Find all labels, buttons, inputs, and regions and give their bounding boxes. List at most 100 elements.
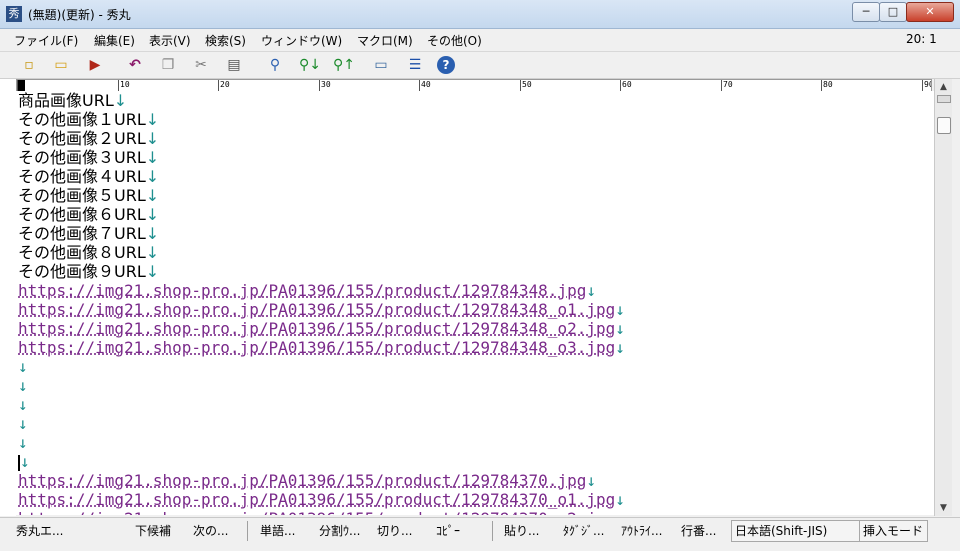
editor-line[interactable]: 商品画像URL↓	[18, 91, 127, 110]
editor-line[interactable]: ↓	[18, 414, 28, 433]
find-prev-icon[interactable]: ⚲↑	[330, 55, 358, 75]
line-text: その他画像１URL	[18, 110, 146, 129]
line-text: その他画像７URL	[18, 224, 146, 243]
newline-mark-icon: ↓	[18, 414, 28, 433]
status-line-number[interactable]: 行番...	[681, 522, 716, 539]
ruler-mark: 40	[419, 80, 431, 91]
editor-line[interactable]: その他画像６URL↓	[18, 205, 159, 224]
ruler-mark: 10	[118, 80, 130, 91]
url-text[interactable]: https://img21.shop-pro.jp/PA01396/155/pr…	[18, 319, 615, 338]
editor-line[interactable]: https://img21.shop-pro.jp/PA01396/155/pr…	[18, 281, 596, 300]
paste-icon[interactable]: ▤	[223, 55, 245, 75]
line-text: その他画像９URL	[18, 262, 146, 281]
editor-line[interactable]: https://img21.shop-pro.jp/PA01396/155/pr…	[18, 338, 625, 357]
newline-mark-icon: ↓	[586, 281, 596, 300]
split-handle[interactable]	[937, 95, 951, 103]
status-next-candidate[interactable]: 下候補	[135, 522, 171, 539]
status-hidemaru-editor[interactable]: 秀丸エ...	[16, 522, 63, 539]
status-next[interactable]: 次の...	[193, 522, 228, 539]
minimize-button[interactable]: ─	[852, 2, 880, 22]
scroll-thumb[interactable]	[937, 117, 951, 134]
status-cut[interactable]: 切り...	[377, 522, 412, 539]
menu-window[interactable]: ウィンドウ(W)	[261, 32, 342, 49]
menu-view[interactable]: 表示(V)	[149, 32, 191, 49]
cut-icon[interactable]: ✂	[190, 55, 212, 75]
editor-line[interactable]: https://img21.shop-pro.jp/PA01396/155/pr…	[18, 319, 625, 338]
editor-line[interactable]: https://img21.shop-pro.jp/PA01396/155/pr…	[18, 509, 625, 515]
line-text: 商品画像URL	[18, 91, 114, 110]
ruler-mark: 20	[218, 80, 230, 91]
editor-line[interactable]: https://img21.shop-pro.jp/PA01396/155/pr…	[18, 471, 596, 490]
newline-mark-icon: ↓	[145, 129, 160, 148]
url-text[interactable]: https://img21.shop-pro.jp/PA01396/155/pr…	[18, 471, 586, 490]
toolbar: ▫ ▭ ▶ ↶ ❐ ✂ ▤ ⚲ ⚲↓ ⚲↑ ▭ ☰ ?	[0, 52, 960, 79]
editor-line[interactable]: その他画像１URL↓	[18, 110, 159, 129]
copy-icon[interactable]: ❐	[157, 55, 179, 75]
encoding-indicator[interactable]: 日本語(Shift-JIS)	[731, 520, 860, 542]
menu-search[interactable]: 検索(S)	[205, 32, 246, 49]
menu-macro[interactable]: マクロ(M)	[357, 32, 413, 49]
editor-line[interactable]: その他画像４URL↓	[18, 167, 159, 186]
hidemaru-app-icon[interactable]: 秀	[6, 6, 22, 22]
newline-mark-icon: ↓	[586, 471, 596, 490]
text-editor[interactable]: 商品画像URL↓ その他画像１URL↓ その他画像２URL↓ その他画像３URL↓ その…	[16, 91, 934, 515]
status-split[interactable]: 分割ｳ...	[319, 522, 360, 539]
maximize-button[interactable]: □	[879, 2, 907, 22]
status-copy[interactable]: ｺﾋﾟｰ	[436, 522, 460, 539]
search-icon[interactable]: ⚲	[264, 55, 286, 75]
grep-icon[interactable]: ▭	[370, 55, 392, 75]
status-separator	[492, 521, 493, 541]
newline-mark-icon: ↓	[615, 300, 625, 319]
scroll-down-icon[interactable]: ▼	[935, 500, 952, 516]
close-button[interactable]: ✕	[906, 2, 954, 22]
editor-line[interactable]: ↓	[18, 357, 28, 376]
vertical-scrollbar[interactable]: ▲ ▼	[934, 79, 952, 516]
line-text: その他画像６URL	[18, 205, 146, 224]
editor-line[interactable]: その他画像２URL↓	[18, 129, 159, 148]
find-next-icon[interactable]: ⚲↓	[296, 55, 324, 75]
newline-mark-icon: ↓	[145, 243, 160, 262]
editor-line[interactable]: その他画像９URL↓	[18, 262, 159, 281]
menu-file[interactable]: ファイル(F)	[14, 32, 78, 49]
editor-line[interactable]: ↓	[18, 433, 28, 452]
ruler-mark: 80	[821, 80, 833, 91]
input-mode-indicator[interactable]: 挿入モード	[859, 520, 928, 542]
newline-mark-icon: ↓	[18, 376, 28, 395]
undo-icon[interactable]: ↶	[124, 55, 146, 75]
url-text[interactable]: https://img21.shop-pro.jp/PA01396/155/pr…	[18, 281, 586, 300]
editor-line[interactable]: その他画像３URL↓	[18, 148, 159, 167]
menu-edit[interactable]: 編集(E)	[94, 32, 135, 49]
editor-gutter	[0, 79, 16, 516]
window-title: (無題)(更新) - 秀丸	[28, 8, 131, 22]
editor-line[interactable]: https://img21.shop-pro.jp/PA01396/155/pr…	[18, 490, 625, 509]
newline-mark-icon: ↓	[615, 490, 625, 509]
editor-line[interactable]: ↓	[18, 376, 28, 395]
status-tag-jump[interactable]: ﾀｸﾞｼﾞ...	[563, 522, 604, 539]
status-bar: 秀丸エ... 下候補 次の... 単語... 分割ｳ... 切り... ｺﾋﾟｰ…	[0, 517, 960, 551]
newline-mark-icon: ↓	[615, 509, 625, 515]
help-icon[interactable]: ?	[437, 56, 455, 74]
scroll-up-icon[interactable]: ▲	[935, 79, 952, 95]
ruler-mark: 70	[721, 80, 733, 91]
url-text[interactable]: https://img21.shop-pro.jp/PA01396/155/pr…	[18, 300, 615, 319]
editor-line[interactable]: その他画像８URL↓	[18, 243, 159, 262]
editor-line[interactable]: https://img21.shop-pro.jp/PA01396/155/pr…	[18, 300, 625, 319]
newline-mark-icon: ↓	[18, 357, 28, 376]
status-word[interactable]: 単語...	[260, 522, 295, 539]
status-paste[interactable]: 貼り...	[504, 522, 539, 539]
new-file-icon[interactable]: ▫	[18, 55, 40, 75]
menu-other[interactable]: その他(O)	[427, 32, 482, 49]
editor-line[interactable]: ↓	[18, 452, 30, 471]
editor-line[interactable]: ↓	[18, 395, 28, 414]
split-window-icon[interactable]: ☰	[404, 55, 426, 75]
url-text[interactable]: https://img21.shop-pro.jp/PA01396/155/pr…	[18, 509, 615, 515]
open-folder-icon[interactable]: ▭	[50, 55, 72, 75]
status-separator	[247, 521, 248, 541]
status-outline[interactable]: ｱｳﾄﾗｲ...	[621, 522, 662, 539]
url-text[interactable]: https://img21.shop-pro.jp/PA01396/155/pr…	[18, 338, 615, 357]
editor-line[interactable]: その他画像７URL↓	[18, 224, 159, 243]
url-text[interactable]: https://img21.shop-pro.jp/PA01396/155/pr…	[18, 490, 615, 509]
line-text: その他画像３URL	[18, 148, 146, 167]
editor-line[interactable]: その他画像５URL↓	[18, 186, 159, 205]
save-icon[interactable]: ▶	[84, 55, 106, 75]
